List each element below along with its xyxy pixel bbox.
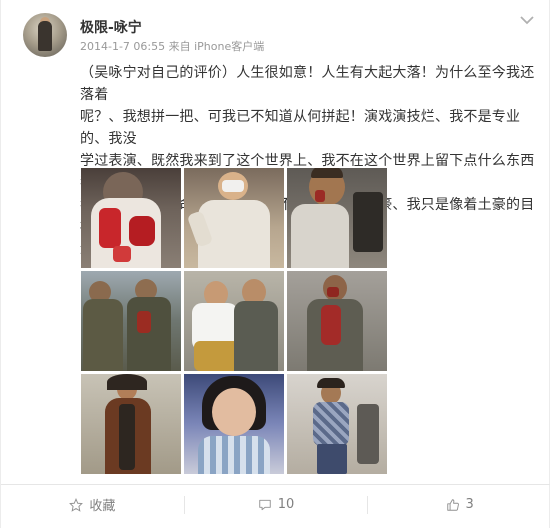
photo-bloody-face-lab[interactable] — [287, 168, 387, 268]
photo-bloody-shirt[interactable] — [81, 168, 181, 268]
avatar[interactable] — [23, 13, 67, 57]
post-text-line: 呢？、我想拼一把、可我已不知道从何拼起！演戏演技烂、我不是专业的、我没 — [80, 109, 521, 147]
action-toolbar: 收藏 10 3 — [1, 484, 550, 524]
like-button[interactable]: 3 — [368, 485, 550, 524]
post-text-line: （吴咏宁对自己的评价）人生很如意！人生有大起大落！为什么至今我还落着 — [80, 65, 535, 103]
star-icon — [69, 497, 84, 512]
repost-label: 收藏 — [89, 499, 116, 514]
chevron-down-icon[interactable] — [519, 14, 535, 26]
photo-masked-doctor[interactable] — [184, 168, 284, 268]
like-count: 3 — [465, 497, 474, 512]
weibo-post-card: 极限-咏宁 2014-1-7 06:55 来自 iPhone客户端 （吴咏宁对自… — [0, 0, 550, 528]
repost-button[interactable]: 收藏 — [1, 485, 184, 524]
comment-button[interactable]: 10 — [185, 485, 368, 524]
comment-icon — [259, 499, 271, 510]
username[interactable]: 极限-咏宁 — [80, 17, 142, 37]
photo-robed-figure[interactable] — [81, 374, 181, 474]
photo-two-men-mountain[interactable] — [81, 271, 181, 371]
photo-bloody-soldier[interactable] — [287, 271, 387, 371]
photo-selfie-wig[interactable] — [184, 374, 284, 474]
post-meta: 2014-1-7 06:55 来自 iPhone客户端 — [80, 40, 265, 53]
photo-two-men-sitting[interactable] — [184, 271, 284, 371]
photo-film-set[interactable] — [287, 374, 387, 474]
comment-count: 10 — [277, 497, 295, 512]
thumbs-up-icon — [446, 498, 459, 511]
avatar-figure — [38, 21, 52, 51]
